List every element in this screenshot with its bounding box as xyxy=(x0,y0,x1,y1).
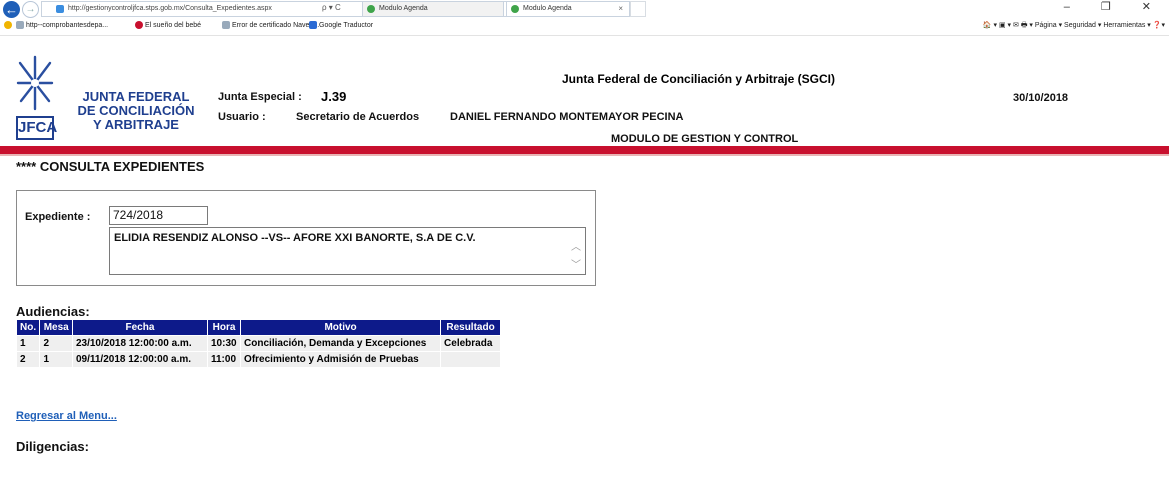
cell-no: 1 xyxy=(15,335,41,352)
cell-mesa: 1 xyxy=(39,351,73,368)
favorite-page-icon xyxy=(135,21,143,29)
org-name-line3: Y ARBITRAJE xyxy=(93,117,179,132)
table-header-row: No. Mesa Fecha Hora Motivo Resultado xyxy=(15,319,501,336)
chevron-up-icon[interactable]: ︿ xyxy=(571,238,581,253)
close-tab-icon[interactable]: × xyxy=(618,2,623,16)
jfca-logo: JFCA xyxy=(16,53,57,145)
logo-text: JFCA xyxy=(16,116,57,140)
favorites-bar: http--comprobantesdepa... El sueño del b… xyxy=(0,19,1169,35)
cell-motivo: Ofrecimiento y Admisión de Pruebas xyxy=(240,351,442,368)
favorite-label: El sueño del bebé xyxy=(145,21,202,29)
cell-hora: 10:30 xyxy=(206,335,242,352)
column-header: Fecha xyxy=(71,319,208,336)
system-title: Junta Federal de Conciliación y Arbitraj… xyxy=(562,72,835,86)
tab-label: Modulo Agenda xyxy=(379,5,428,12)
audiencias-table: No. Mesa Fecha Hora Motivo Resultado 1 2… xyxy=(15,319,501,368)
module-title: MODULO DE GESTION Y CONTROL xyxy=(611,133,799,145)
tab-favicon-icon xyxy=(367,5,375,13)
table-row: 2 1 09/11/2018 12:00:00 a.m. 11:00 Ofrec… xyxy=(15,351,501,368)
junta-label: Junta Especial : xyxy=(218,91,302,103)
regresar-menu-link[interactable]: Regresar al Menu... xyxy=(16,410,117,422)
cell-no: 2 xyxy=(15,351,41,368)
current-date: 30/10/2018 xyxy=(1013,92,1069,104)
favorites-star-icon[interactable] xyxy=(4,21,14,29)
header-red-bar-shadow xyxy=(0,154,1169,156)
address-url: http://gestionycontroljfca.stps.gob.mx/C… xyxy=(68,5,272,12)
command-bar[interactable]: 🏠 ▾ ▣ ▾ ✉ 🖶 ▾ Página ▾ Seguridad ▾ Herra… xyxy=(983,21,1165,32)
forward-arrow-icon[interactable]: → xyxy=(22,1,39,18)
column-header: Mesa xyxy=(39,319,73,336)
header-red-bar xyxy=(0,146,1169,154)
tab-favicon-icon xyxy=(511,5,519,13)
page-title: **** CONSULTA EXPEDIENTES xyxy=(16,159,205,174)
favorite-item[interactable]: El sueño del bebé xyxy=(135,21,201,29)
favorite-page-icon xyxy=(16,21,24,29)
org-name-line1: JUNTA FEDERAL xyxy=(82,89,190,104)
cell-hora: 11:00 xyxy=(206,351,242,368)
cell-fecha: 23/10/2018 12:00:00 a.m. xyxy=(71,335,208,352)
cell-resultado xyxy=(440,351,501,368)
usuario-name: DANIEL FERNANDO MONTEMAYOR PECINA xyxy=(450,111,684,123)
expediente-label: Expediente : xyxy=(25,211,91,223)
page-icon xyxy=(56,5,64,13)
back-arrow-icon[interactable]: ← xyxy=(3,1,20,18)
search-refresh-icons[interactable]: ρ ▾ C xyxy=(322,1,362,15)
browser-tab-bar: ← → http://gestionycontroljfca.stps.gob.… xyxy=(0,0,1169,19)
favorite-label: Error de certificado Naveg... xyxy=(232,21,320,29)
divider xyxy=(0,35,1169,36)
favorite-page-icon xyxy=(309,21,317,29)
chevron-down-icon[interactable]: ﹀ xyxy=(571,256,581,271)
browser-tab-2[interactable]: Modulo Agenda × xyxy=(506,1,630,17)
column-header: Hora xyxy=(206,319,242,336)
org-name-line2: DE CONCILIACIÓN xyxy=(77,103,195,118)
jfca-emblem-icon xyxy=(16,55,54,111)
usuario-role: Secretario de Acuerdos xyxy=(296,111,420,123)
column-header: No. xyxy=(15,319,41,336)
favorite-item[interactable]: http--comprobantesdepa... xyxy=(16,21,108,29)
favorite-label: http--comprobantesdepa... xyxy=(26,21,109,29)
new-tab-button[interactable] xyxy=(630,1,646,17)
favorite-page-icon xyxy=(222,21,230,29)
diligencias-title: Diligencias: xyxy=(16,439,89,454)
browser-tab-1[interactable]: Modulo Agenda xyxy=(362,1,504,17)
textarea-scrollbar[interactable]: ︿ ﹀ xyxy=(568,228,585,274)
tab-label: Modulo Agenda xyxy=(523,5,572,12)
cell-fecha: 09/11/2018 12:00:00 a.m. xyxy=(71,351,208,368)
audiencias-title: Audiencias: xyxy=(16,304,90,319)
favorite-label: Google Traductor xyxy=(319,21,374,29)
partes-textarea[interactable]: ELIDIA RESENDIZ ALONSO --VS-- AFORE XXI … xyxy=(109,227,586,275)
cell-resultado: Celebrada xyxy=(440,335,501,352)
column-header: Motivo xyxy=(240,319,442,336)
favorite-item[interactable]: Error de certificado Naveg... xyxy=(222,21,319,29)
expediente-input[interactable]: 724/2018 xyxy=(109,206,208,225)
cell-motivo: Conciliación, Demanda y Excepciones xyxy=(240,335,442,352)
favorite-item[interactable]: Google Traductor xyxy=(309,21,373,29)
cell-mesa: 2 xyxy=(39,335,73,352)
table-row: 1 2 23/10/2018 12:00:00 a.m. 10:30 Conci… xyxy=(15,335,501,352)
column-header: Resultado xyxy=(440,319,501,336)
junta-value: J.39 xyxy=(321,89,347,104)
window-controls[interactable]: – ❐ ✕ xyxy=(1064,0,1165,13)
usuario-label: Usuario : xyxy=(218,111,266,123)
